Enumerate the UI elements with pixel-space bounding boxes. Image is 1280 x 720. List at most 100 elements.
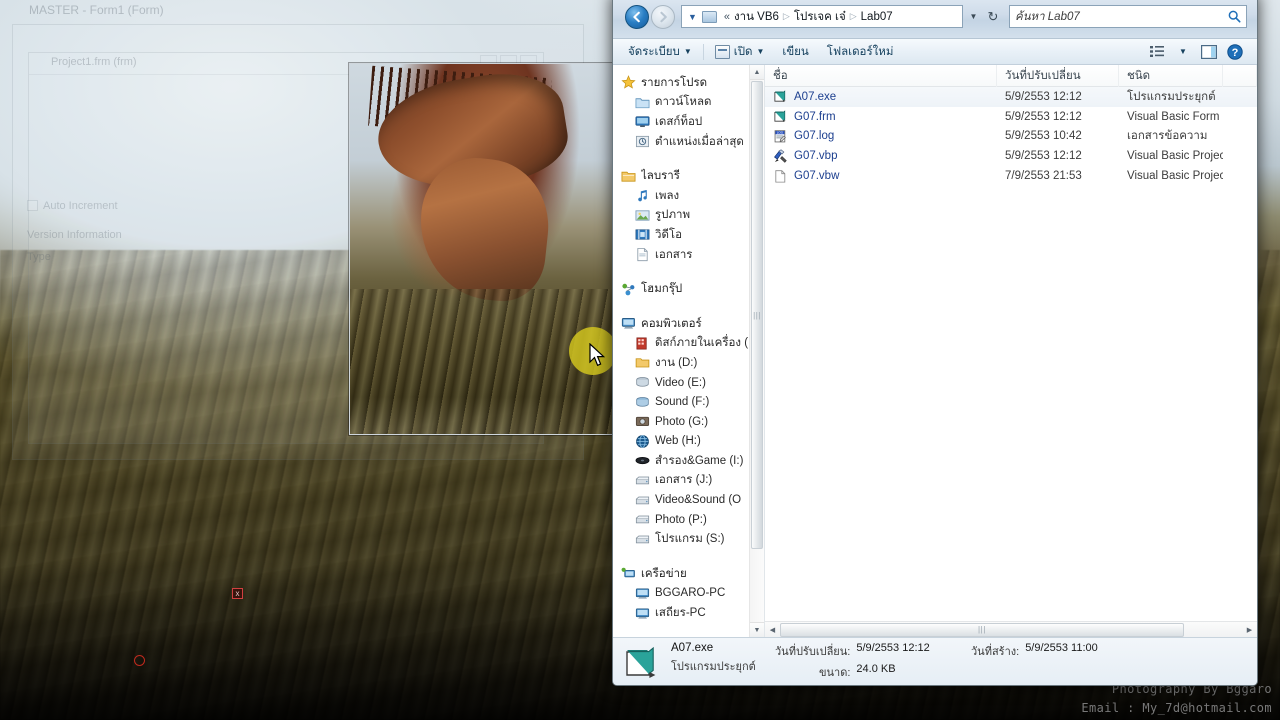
scrollbar-thumb[interactable]: |||	[751, 81, 763, 549]
blank-file-icon	[773, 169, 788, 184]
file-name-cell[interactable]: LOG G07.log	[765, 129, 997, 144]
breadcrumb-separator[interactable]: ▷	[850, 11, 857, 22]
navigation-pane[interactable]: รายการโปรด ดาวน์โหลด เดสก์ท็อป ตำแหน่งเม…	[613, 65, 765, 637]
sidebar-item-local-disk[interactable]: ดิสก์ภายในเครื่อง (	[613, 334, 764, 354]
sidebar-item-web-h[interactable]: Web (H:)	[613, 432, 764, 452]
desktop-marker-circle[interactable]	[134, 655, 145, 666]
sidebar-item-program-s[interactable]: โปรแกรม (S:)	[613, 529, 764, 549]
address-history-dropdown[interactable]: ▼	[965, 5, 982, 28]
back-button[interactable]	[625, 5, 649, 29]
sidebar-item-network[interactable]: เครือข่าย	[613, 564, 764, 584]
sidebar-item-reserve-game-i[interactable]: สำรอง&Game (I:)	[613, 451, 764, 471]
file-name: A07.exe	[794, 90, 837, 103]
sidebar-item-work-d[interactable]: งาน (D:)	[613, 353, 764, 373]
scroll-down-arrow[interactable]: ▼	[750, 622, 764, 637]
file-name-cell[interactable]: G07.vbp	[765, 149, 997, 164]
help-button[interactable]: ?	[1223, 41, 1247, 63]
sidebar-item-sathian-pc[interactable]: เสถียร-PC	[613, 603, 764, 623]
table-row[interactable]: LOG G07.log 5/9/2553 10:42 เอกสารข้อความ	[765, 127, 1257, 147]
table-row[interactable]: A07.exe 5/9/2553 12:12 โปรแกรมประยุกต์	[765, 87, 1257, 107]
sidebar-item-video-sound-o[interactable]: Video&Sound (O	[613, 490, 764, 510]
sidebar-label: BGGARO-PC	[655, 587, 726, 600]
file-name-cell[interactable]: A07.exe	[765, 89, 997, 104]
file-name-cell[interactable]: G07.frm	[765, 109, 997, 124]
view-options-button[interactable]	[1145, 41, 1169, 63]
scroll-left-arrow[interactable]: ◀	[765, 626, 780, 634]
sidebar-item-desktop[interactable]: เดสก์ท็อป	[613, 112, 764, 132]
address-overflow-icon[interactable]: «	[724, 11, 730, 23]
refresh-icon[interactable]: ↻	[982, 5, 1004, 28]
breadcrumb-item-0[interactable]: งาน VB6	[734, 8, 779, 26]
chevron-down-icon[interactable]: ▼	[688, 12, 697, 22]
breadcrumb-item-1[interactable]: โปรเจค เจ๋	[794, 8, 846, 26]
file-type-cell: Visual Basic Projec...	[1127, 170, 1223, 183]
sidebar-item-video-e[interactable]: Video (E:)	[613, 373, 764, 393]
scroll-right-arrow[interactable]: ▶	[1242, 626, 1257, 634]
application-icon	[623, 645, 661, 679]
table-row[interactable]: G07.vbp 5/9/2553 12:12 Visual Basic Proj…	[765, 146, 1257, 166]
table-row[interactable]: G07.vbw 7/9/2553 21:53 Visual Basic Proj…	[765, 166, 1257, 186]
navigation-pane-scrollbar[interactable]: ▲ ||| ▼	[749, 65, 764, 637]
column-header-type[interactable]: ชนิด	[1119, 64, 1223, 87]
sidebar-label: Video&Sound (O	[655, 494, 742, 507]
sidebar-item-photo-g[interactable]: Photo (G:)	[613, 412, 764, 432]
column-header-date-modified[interactable]: วันที่ปรับเปลี่ยน	[997, 64, 1119, 87]
sidebar-item-bggaro-pc[interactable]: BGGARO-PC	[613, 584, 764, 604]
file-date-cell: 5/9/2553 10:42	[1005, 130, 1082, 143]
column-header-name[interactable]: ชื่อ	[765, 64, 997, 87]
sidebar-item-downloads[interactable]: ดาวน์โหลด	[613, 93, 764, 113]
breadcrumb-item-2[interactable]: Lab07	[861, 11, 893, 23]
scroll-up-arrow[interactable]: ▲	[750, 65, 764, 80]
preview-pane-button[interactable]	[1197, 41, 1221, 63]
file-name-cell[interactable]: G07.vbw	[765, 169, 997, 184]
text-log-icon: LOG	[773, 129, 788, 144]
sidebar-item-photo-p[interactable]: Photo (P:)	[613, 510, 764, 530]
recent-locations-icon[interactable]	[701, 10, 717, 23]
burn-button[interactable]: เขียน	[773, 41, 817, 63]
sidebar-item-homegroup[interactable]: โฮมกรุ๊ป	[613, 279, 764, 299]
breadcrumb-separator[interactable]: ▷	[783, 11, 790, 22]
open-button[interactable]: เปิด ▼	[706, 41, 774, 63]
sidebar-item-documents[interactable]: เอกสาร	[613, 245, 764, 265]
sidebar-label: ดิสก์ภายในเครื่อง (	[655, 337, 749, 350]
star-icon	[621, 75, 636, 90]
homegroup-icon	[621, 282, 636, 297]
search-icon[interactable]	[1228, 10, 1241, 23]
sidebar-item-music[interactable]: เพลง	[613, 186, 764, 206]
sidebar-label: Video (E:)	[655, 376, 706, 389]
view-options-dropdown[interactable]: ▼	[1171, 41, 1195, 63]
organize-button[interactable]: จัดระเบียบ ▼	[619, 41, 701, 63]
sidebar-item-computer[interactable]: คอมพิวเตอร์	[613, 314, 764, 334]
sidebar-label: เดสก์ท็อป	[655, 115, 703, 128]
file-list-pane[interactable]: ชื่อ วันที่ปรับเปลี่ยน ชนิด A07.exe 5/9/…	[765, 64, 1257, 637]
scrollbar-grip: |||	[753, 310, 761, 320]
scrollbar-track[interactable]: |||	[780, 622, 1242, 637]
file-list-horizontal-scrollbar[interactable]: ◀ ||| ▶	[765, 621, 1257, 637]
address-bar[interactable]: ▼ « งาน VB6 ▷ โปรเจค เจ๋ ▷ Lab07	[681, 5, 963, 28]
new-folder-button[interactable]: โฟลเดอร์ใหม่	[818, 41, 903, 63]
desktop-marker-square[interactable]: x	[232, 588, 243, 599]
sidebar-item-libraries[interactable]: ไลบรารี	[613, 166, 764, 186]
scrollbar-thumb[interactable]: |||	[780, 622, 1184, 637]
sidebar-item-recent-places[interactable]: ตำแหน่งเมื่อล่าสุด	[613, 132, 764, 152]
column-header-size[interactable]	[1223, 64, 1257, 87]
chevron-down-icon: ▼	[683, 47, 692, 56]
sidebar-item-videos[interactable]: วิดีโอ	[613, 225, 764, 245]
search-box[interactable]: ค้นหา Lab07	[1009, 5, 1247, 28]
sidebar-item-documents-j[interactable]: เอกสาร (J:)	[613, 471, 764, 491]
sidebar-item-favorites[interactable]: รายการโปรด	[613, 73, 764, 93]
search-input[interactable]: ค้นหา Lab07	[1015, 8, 1228, 26]
arrow-left-icon	[633, 11, 640, 23]
file-explorer-window[interactable]: ▼ « งาน VB6 ▷ โปรเจค เจ๋ ▷ Lab07 ▼ ↻ ค้น…	[612, 0, 1258, 686]
sidebar-item-sound-f[interactable]: Sound (F:)	[613, 392, 764, 412]
table-row[interactable]: G07.frm 5/9/2553 12:12 Visual Basic Form…	[765, 107, 1257, 127]
forward-button[interactable]	[651, 5, 675, 29]
sidebar-label: รูปภาพ	[655, 209, 691, 222]
local-disk-icon	[635, 336, 650, 351]
scrollbar-grip: |||	[977, 625, 987, 634]
details-modified-line: วันที่ปรับเปลี่ยน: 5/9/2553 12:12	[775, 642, 971, 660]
sidebar-item-pictures[interactable]: รูปภาพ	[613, 206, 764, 226]
sidebar-label: เอกสาร	[655, 248, 693, 261]
